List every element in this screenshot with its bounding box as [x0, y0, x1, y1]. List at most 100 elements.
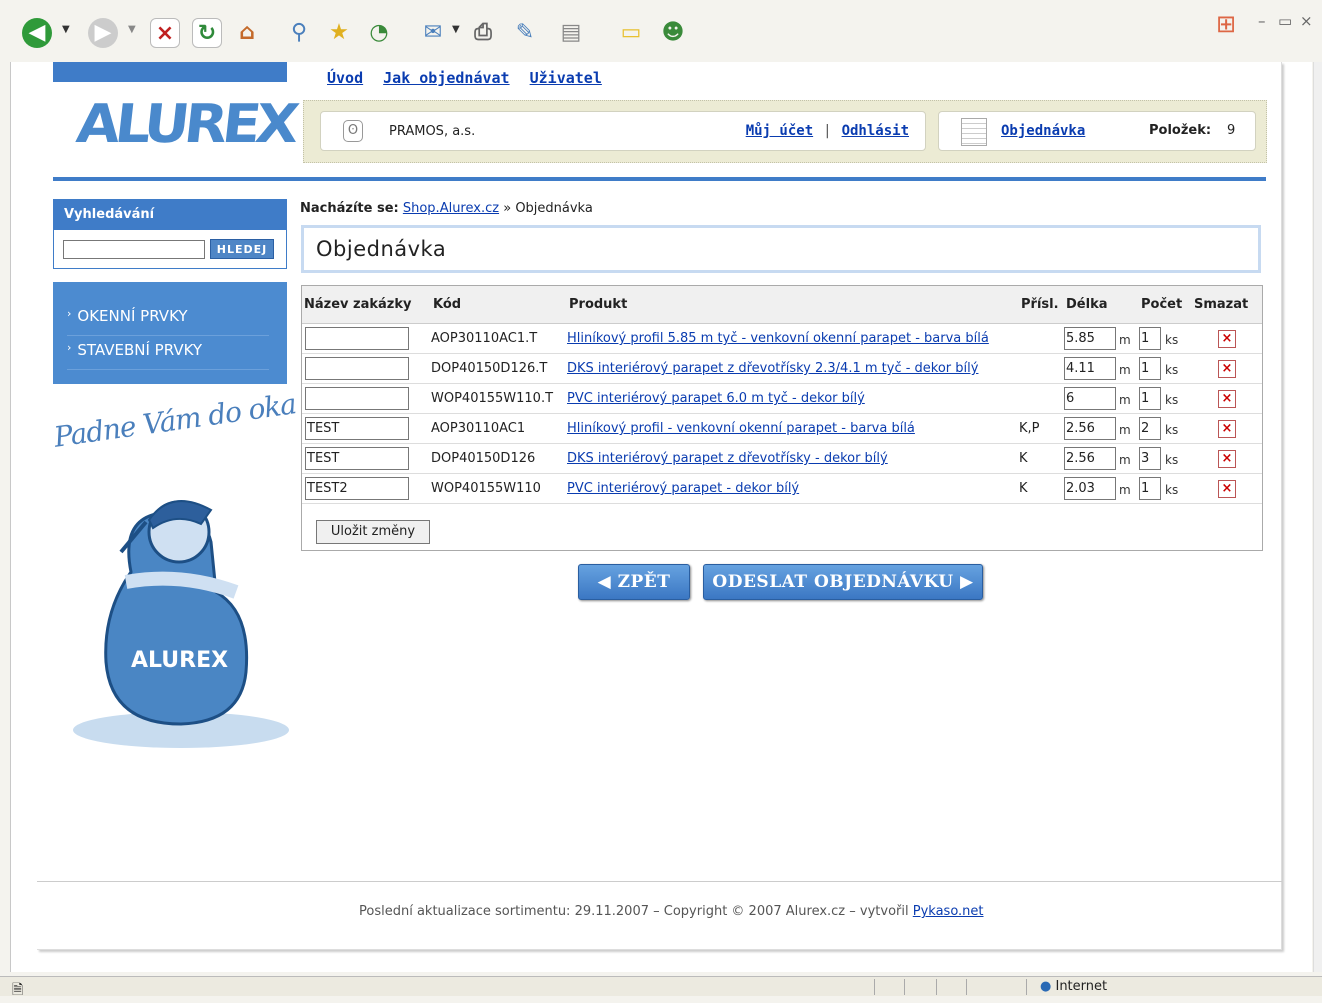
- delete-icon[interactable]: ×: [1218, 480, 1236, 498]
- delete-icon[interactable]: ×: [1218, 330, 1236, 348]
- col-smazat: Smazat: [1194, 297, 1249, 312]
- count-input[interactable]: 1: [1139, 477, 1161, 500]
- windows-logo-icon: ⊞: [1216, 10, 1237, 38]
- refresh-icon[interactable]: ↻: [192, 18, 222, 48]
- length-input[interactable]: 2.03: [1064, 477, 1116, 500]
- order-name-input[interactable]: [305, 387, 409, 410]
- mail-icon[interactable]: ✉: [418, 18, 448, 48]
- search-input[interactable]: [63, 240, 205, 259]
- forward-dropdown-icon[interactable]: ▼: [128, 24, 136, 35]
- alurex-logo[interactable]: ALUREX®: [74, 94, 314, 156]
- nav-jak-objednavat[interactable]: Jak objednávat: [383, 69, 509, 87]
- back-button[interactable]: ◀ ZPĚT: [578, 564, 690, 600]
- count-input[interactable]: 1: [1139, 357, 1161, 380]
- product-code: AOP30110AC1: [431, 421, 526, 436]
- footer-text: Poslední aktualizace sortimentu: 29.11.2…: [359, 904, 909, 919]
- count-input[interactable]: 1: [1139, 387, 1161, 410]
- my-account-link[interactable]: Můj účet: [746, 123, 813, 139]
- count-unit: ks: [1165, 453, 1179, 467]
- logout-link[interactable]: Odhlásit: [842, 123, 909, 139]
- delete-icon[interactable]: ×: [1218, 360, 1236, 378]
- nav-uzivatel[interactable]: Uživatel: [530, 69, 602, 87]
- breadcrumb-home-link[interactable]: Shop.Alurex.cz: [403, 201, 499, 216]
- count-input[interactable]: 3: [1139, 447, 1161, 470]
- minimize-icon[interactable]: –: [1258, 12, 1266, 30]
- send-order-button[interactable]: ODESLAT OBJEDNÁVKU ▶: [703, 564, 983, 600]
- col-produkt: Produkt: [569, 297, 628, 312]
- length-input[interactable]: 6: [1064, 387, 1116, 410]
- save-changes-button[interactable]: Uložit změny: [316, 520, 430, 544]
- product-code: DOP40150D126.T: [431, 361, 548, 376]
- stop-icon[interactable]: ×: [150, 18, 180, 48]
- search-button[interactable]: HLEDEJ: [210, 239, 274, 259]
- product-link[interactable]: PVC interiérový parapet - dekor bílý: [567, 481, 799, 496]
- delete-icon[interactable]: ×: [1218, 390, 1236, 408]
- home-icon[interactable]: ⌂: [232, 18, 262, 48]
- product-link[interactable]: Hliníkový profil - venkovní okenní parap…: [567, 421, 915, 436]
- favorites-icon[interactable]: ★: [324, 18, 354, 48]
- order-link[interactable]: Objednávka: [1001, 123, 1085, 139]
- close-icon[interactable]: ×: [1300, 12, 1313, 30]
- accessories: K,P: [1019, 421, 1040, 436]
- page-icon: 🗎: [12, 982, 24, 998]
- menu-item-stavebni-prvky[interactable]: STAVEBNÍ PRVKY: [67, 336, 269, 370]
- delete-icon[interactable]: ×: [1218, 450, 1236, 468]
- globe-icon: ●: [1040, 979, 1052, 994]
- footer-divider: [37, 881, 1282, 882]
- restore-icon[interactable]: ▭: [1278, 12, 1292, 30]
- status-separator: [936, 979, 937, 995]
- menu-item-okenni-prvky[interactable]: OKENNÍ PRVKY: [67, 302, 269, 336]
- search-icon[interactable]: ⚲: [284, 18, 314, 48]
- print-icon[interactable]: ⎙: [468, 18, 498, 48]
- length-input[interactable]: 2.56: [1064, 447, 1116, 470]
- product-link[interactable]: Hliníkový profil 5.85 m tyč - venkovní o…: [567, 331, 989, 346]
- page: Úvod Jak objednávat Uživatel ALUREX® ʘ P…: [37, 62, 1282, 950]
- vertical-scrollbar[interactable]: [1313, 62, 1322, 972]
- order-name-input[interactable]: [305, 357, 409, 380]
- product-link[interactable]: DKS interiérový parapet z dřevotřísky 2.…: [567, 361, 978, 376]
- order-name-input[interactable]: TEST2: [305, 477, 409, 500]
- items-label: Položek:: [1149, 123, 1212, 138]
- order-name-input[interactable]: TEST: [305, 447, 409, 470]
- back-dropdown-icon[interactable]: ▼: [62, 24, 70, 35]
- footer-author-link[interactable]: Pykaso.net: [913, 904, 984, 919]
- product-code: WOP40155W110.T: [431, 391, 554, 406]
- status-separator: [1026, 979, 1027, 995]
- col-kod: Kód: [433, 297, 462, 312]
- edit-icon[interactable]: ✎: [510, 18, 540, 48]
- window-controls: ⊞ – ▭ ×: [1216, 10, 1316, 50]
- order-name-input[interactable]: TEST: [305, 417, 409, 440]
- footer: Poslední aktualizace sortimentu: 29.11.2…: [359, 904, 984, 919]
- user-box: ʘ PRAMOS, a.s. Můj účet | Odhlásit: [320, 111, 926, 151]
- status-separator: [874, 979, 875, 995]
- product-code: DOP40150D126: [431, 451, 536, 466]
- order-box: Objednávka Položek: 9: [938, 111, 1256, 151]
- count-input[interactable]: 1: [1139, 327, 1161, 350]
- order-name-input[interactable]: [305, 327, 409, 350]
- count-unit: ks: [1165, 393, 1179, 407]
- product-link[interactable]: PVC interiérový parapet 6.0 m tyč - deko…: [567, 391, 865, 406]
- send-label: ODESLAT OBJEDNÁVKU: [712, 572, 954, 592]
- product-code: WOP40155W110: [431, 481, 541, 496]
- length-input[interactable]: 4.11: [1064, 357, 1116, 380]
- product-code: AOP30110AC1.T: [431, 331, 538, 346]
- folder-icon[interactable]: ▭: [616, 18, 646, 48]
- length-unit: m: [1119, 483, 1131, 497]
- link-separator: |: [823, 123, 832, 139]
- delete-icon[interactable]: ×: [1218, 420, 1236, 438]
- forward-icon[interactable]: ▶: [88, 18, 118, 48]
- length-unit: m: [1119, 363, 1131, 377]
- count-input[interactable]: 2: [1139, 417, 1161, 440]
- count-unit: ks: [1165, 333, 1179, 347]
- product-link[interactable]: DKS interiérový parapet z dřevotřísky - …: [567, 451, 888, 466]
- length-input[interactable]: 2.56: [1064, 417, 1116, 440]
- nav-uvod[interactable]: Úvod: [327, 69, 363, 87]
- length-input[interactable]: 5.85: [1064, 327, 1116, 350]
- messenger-icon[interactable]: ☻: [658, 18, 688, 48]
- discuss-icon[interactable]: ▤: [556, 18, 586, 48]
- status-separator: [966, 979, 967, 995]
- items-count: 9: [1227, 123, 1236, 138]
- back-icon[interactable]: ◀: [22, 18, 52, 48]
- mail-dropdown-icon[interactable]: ▼: [452, 24, 460, 35]
- history-icon[interactable]: ◔: [364, 18, 394, 48]
